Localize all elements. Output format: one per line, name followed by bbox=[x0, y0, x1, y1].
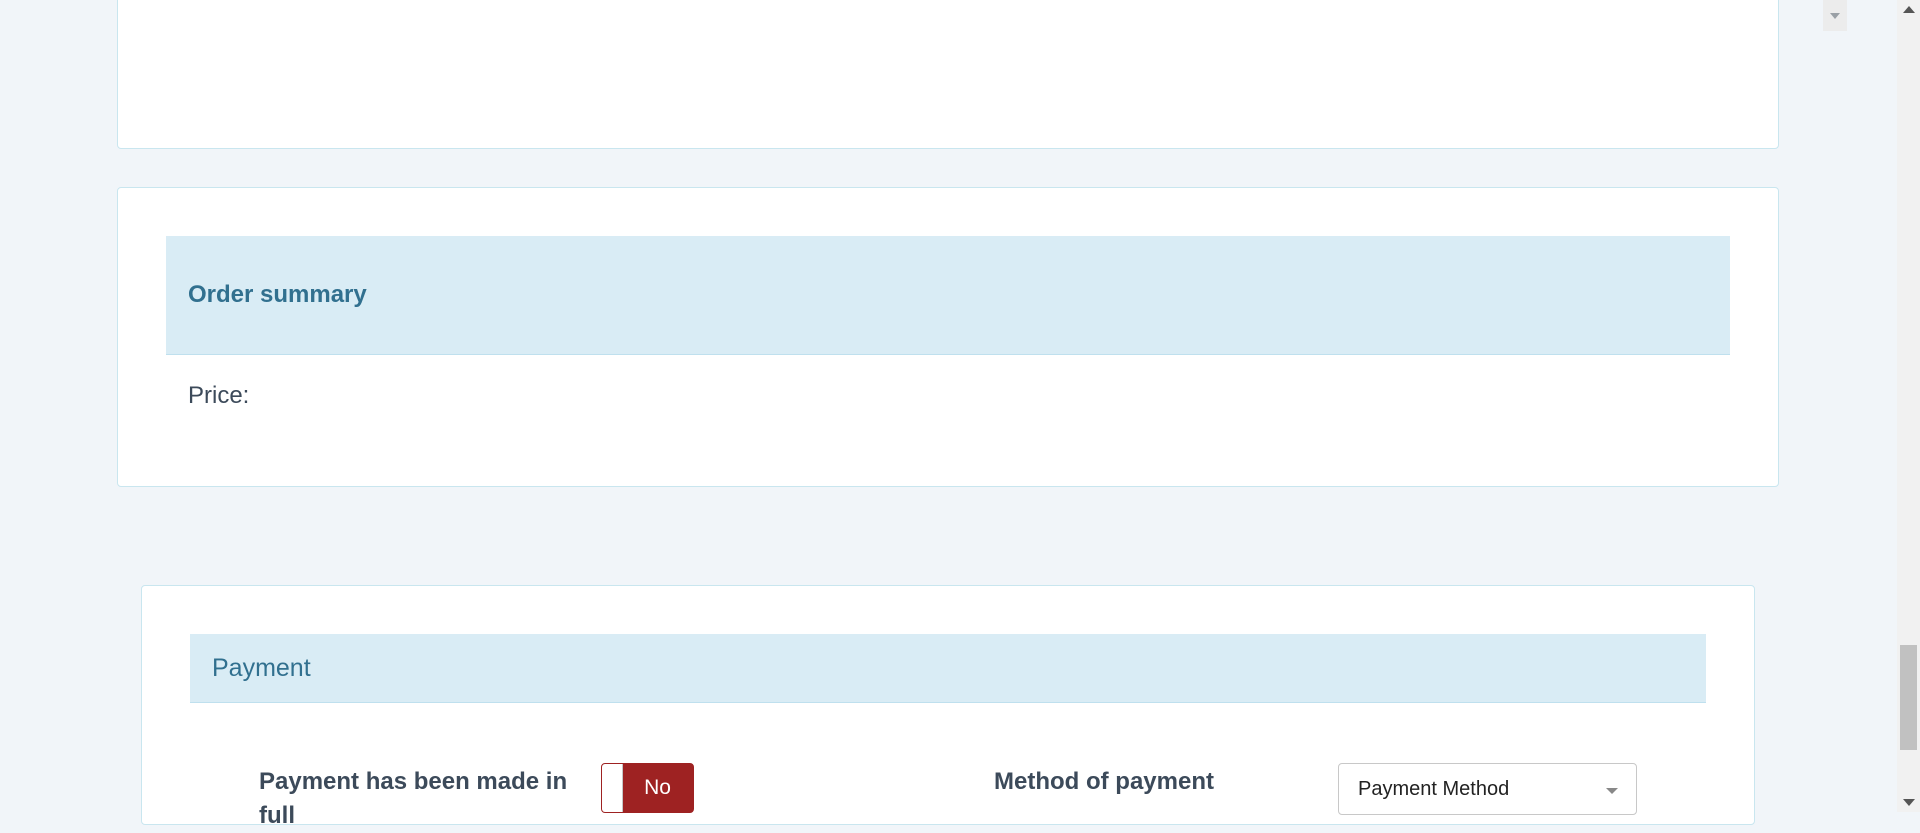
payment-method-value: Payment Method bbox=[1358, 778, 1510, 800]
toggle-knob bbox=[602, 764, 623, 812]
order-summary-heading: Order summary bbox=[166, 236, 1730, 355]
scrollbar-thumb[interactable] bbox=[1900, 645, 1917, 750]
chevron-down-icon bbox=[1606, 788, 1618, 794]
scroll-up-icon[interactable] bbox=[1903, 6, 1915, 13]
paid-in-full-label: Payment has been made in full bbox=[259, 768, 568, 829]
top-card bbox=[117, 0, 1847, 149]
payment-heading: Payment bbox=[190, 634, 1706, 703]
price-label: Price: bbox=[188, 382, 250, 409]
scroll-down-icon[interactable] bbox=[1903, 799, 1915, 806]
page-scrollbar[interactable] bbox=[1897, 0, 1920, 812]
textarea-scrollbar[interactable] bbox=[1823, 0, 1847, 31]
paid-in-full-toggle[interactable]: No bbox=[601, 763, 694, 813]
payment-method-select[interactable]: Payment Method bbox=[1338, 763, 1637, 815]
order-summary-card: Order summary bbox=[117, 187, 1779, 487]
payment-title: Payment bbox=[212, 654, 311, 682]
order-summary-title: Order summary bbox=[188, 281, 367, 308]
payment-method-label: Method of payment bbox=[994, 768, 1214, 795]
scroll-down-icon[interactable] bbox=[1830, 13, 1840, 19]
toggle-state-label: No bbox=[644, 776, 671, 799]
